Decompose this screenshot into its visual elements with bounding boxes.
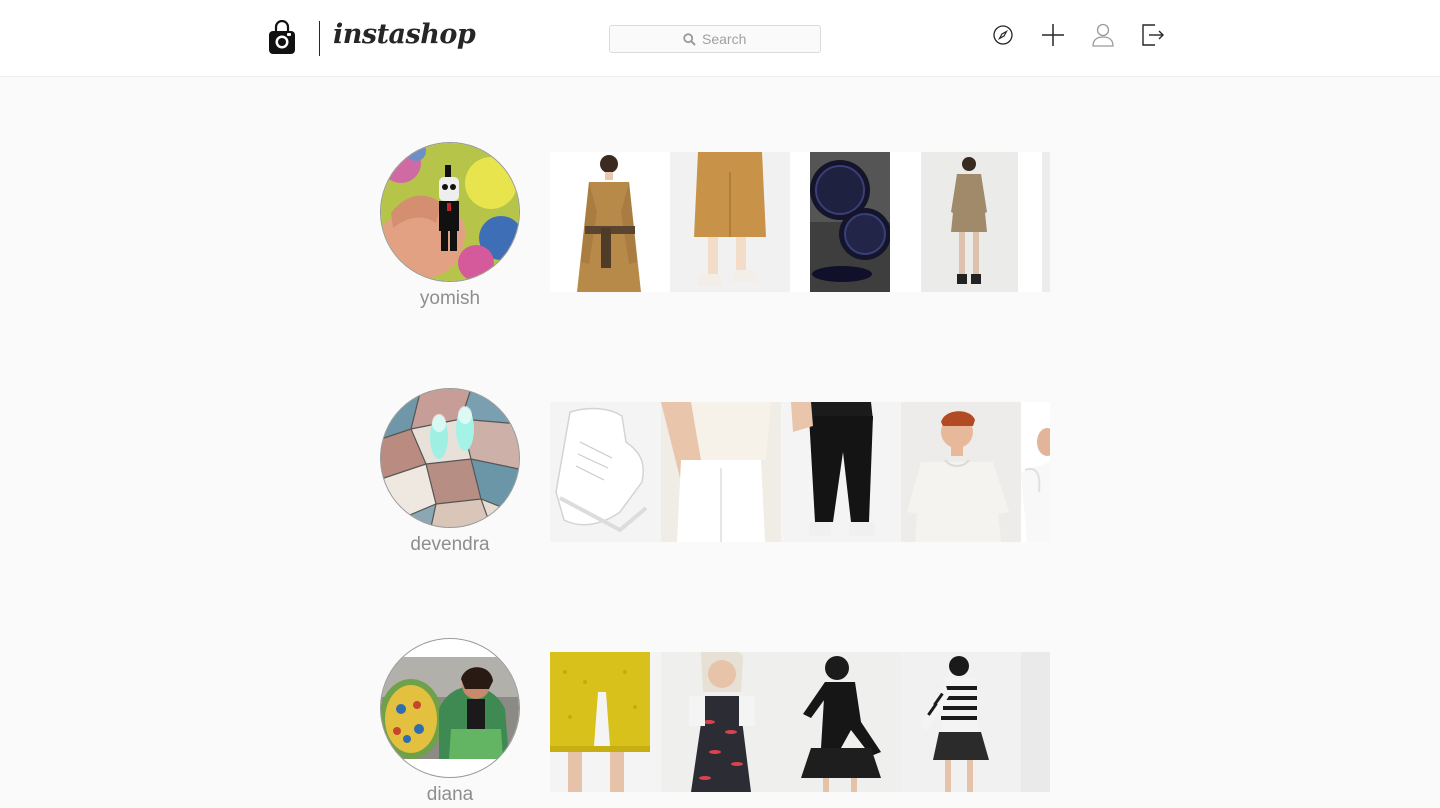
product-thumbnail[interactable] xyxy=(1042,152,1050,292)
search-input[interactable] xyxy=(702,29,812,49)
profile-username[interactable]: yomish xyxy=(380,288,520,310)
spacer-thumb xyxy=(550,152,561,292)
plus-icon[interactable] xyxy=(1039,21,1067,49)
profile-username[interactable]: devendra xyxy=(380,534,520,556)
shopping-bag-icon[interactable] xyxy=(268,20,296,56)
product-thumbnail[interactable] xyxy=(670,152,790,292)
product-thumbnail[interactable] xyxy=(810,152,890,292)
product-thumbnail[interactable] xyxy=(901,652,1021,792)
spacer-thumb xyxy=(790,152,810,292)
compass-icon[interactable] xyxy=(989,21,1017,49)
product-thumbnail[interactable] xyxy=(661,652,781,792)
user-icon[interactable] xyxy=(1089,21,1117,49)
product-strip xyxy=(550,152,1050,292)
product-strip xyxy=(550,402,1050,542)
avatar[interactable] xyxy=(380,388,520,528)
product-thumbnail[interactable] xyxy=(550,402,661,542)
spacer-thumb xyxy=(1018,152,1042,292)
product-thumbnail[interactable] xyxy=(550,652,661,792)
product-strip xyxy=(550,652,1050,792)
search-box[interactable] xyxy=(609,25,821,53)
top-navbar: instashop xyxy=(0,0,1440,77)
spacer-thumb xyxy=(658,152,670,292)
product-thumbnail[interactable] xyxy=(781,652,901,792)
profile-username[interactable]: diana xyxy=(380,784,520,806)
logout-icon[interactable] xyxy=(1139,21,1167,49)
profile-row: devendra xyxy=(380,388,1050,558)
spacer-thumb xyxy=(890,152,921,292)
profile-row: yomish xyxy=(380,142,1050,312)
profile-row: diana xyxy=(380,638,1050,808)
logo-divider xyxy=(319,21,320,56)
product-thumbnail[interactable] xyxy=(921,152,1018,292)
avatar[interactable] xyxy=(380,638,520,778)
avatar[interactable] xyxy=(380,142,520,282)
app-logo-text[interactable]: instashop xyxy=(333,19,476,50)
product-thumbnail[interactable] xyxy=(781,402,901,542)
product-thumbnail[interactable] xyxy=(561,152,658,292)
product-thumbnail[interactable] xyxy=(1021,402,1050,542)
product-thumbnail[interactable] xyxy=(901,402,1021,542)
product-thumbnail[interactable] xyxy=(661,402,781,542)
search-icon xyxy=(683,33,696,46)
product-thumbnail[interactable] xyxy=(1021,652,1050,792)
